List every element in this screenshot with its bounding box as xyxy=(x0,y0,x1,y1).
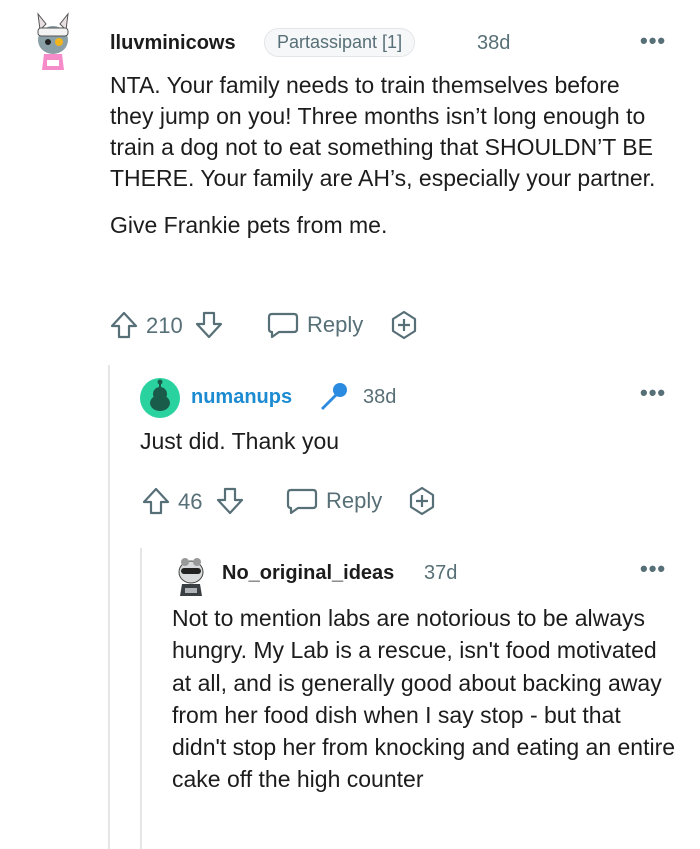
snoo-avatar-icon xyxy=(37,12,69,70)
downvote-button[interactable] xyxy=(214,485,246,517)
award-button[interactable] xyxy=(388,309,420,341)
award-plus-icon xyxy=(391,310,417,340)
vote-score: 46 xyxy=(178,489,203,514)
comment-username[interactable]: No_original_ideas xyxy=(222,562,394,585)
upvote-button[interactable] xyxy=(140,485,172,517)
more-options-icon[interactable]: ••• xyxy=(640,380,666,406)
downvote-arrow-icon xyxy=(195,311,223,339)
comment-body: Not to mention labs are notorious to be … xyxy=(172,602,677,796)
comment-bubble-icon xyxy=(286,488,318,515)
snoo-avatar-icon xyxy=(178,558,204,596)
more-options-icon[interactable]: ••• xyxy=(640,28,666,54)
avatar[interactable] xyxy=(170,552,212,598)
avatar[interactable] xyxy=(28,10,78,74)
microphone-icon xyxy=(316,380,350,419)
upvote-arrow-icon xyxy=(110,311,138,339)
thread-line[interactable] xyxy=(140,548,142,849)
default-snoo-icon xyxy=(150,379,170,411)
user-flair: Partassipant [1] xyxy=(264,28,416,57)
comment-bubble-icon xyxy=(267,312,299,339)
comment-username[interactable]: lluvminicows xyxy=(110,32,236,55)
comment-paragraph: NTA. Your family needs to train themselv… xyxy=(110,72,656,191)
comment-age: 38d xyxy=(363,386,397,408)
comment-paragraph: Give Frankie pets from me. xyxy=(110,212,388,238)
comment-paragraph: Not to mention labs are notorious to be … xyxy=(172,605,676,793)
award-plus-icon xyxy=(409,486,435,516)
reply-label: Reply xyxy=(307,312,364,337)
downvote-button[interactable] xyxy=(193,309,225,341)
reply-label: Reply xyxy=(326,488,383,513)
comment-age: 37d xyxy=(424,562,458,584)
comment-age: 38d xyxy=(477,32,511,54)
avatar[interactable] xyxy=(140,378,180,418)
upvote-arrow-icon xyxy=(142,487,170,515)
award-button[interactable] xyxy=(406,485,438,517)
thread-line[interactable] xyxy=(108,365,110,849)
downvote-arrow-icon xyxy=(216,487,244,515)
reply-button[interactable]: Reply xyxy=(266,309,363,341)
comment-body: NTA. Your family needs to train themselv… xyxy=(110,70,665,241)
upvote-button[interactable] xyxy=(108,309,140,341)
comment-username[interactable]: numanups xyxy=(191,386,292,409)
more-options-icon[interactable]: ••• xyxy=(640,556,666,582)
reply-button[interactable]: Reply xyxy=(285,485,382,517)
comment-paragraph: Just did. Thank you xyxy=(140,428,340,454)
vote-score: 210 xyxy=(146,313,183,338)
comment-body: Just did. Thank you xyxy=(140,426,660,457)
